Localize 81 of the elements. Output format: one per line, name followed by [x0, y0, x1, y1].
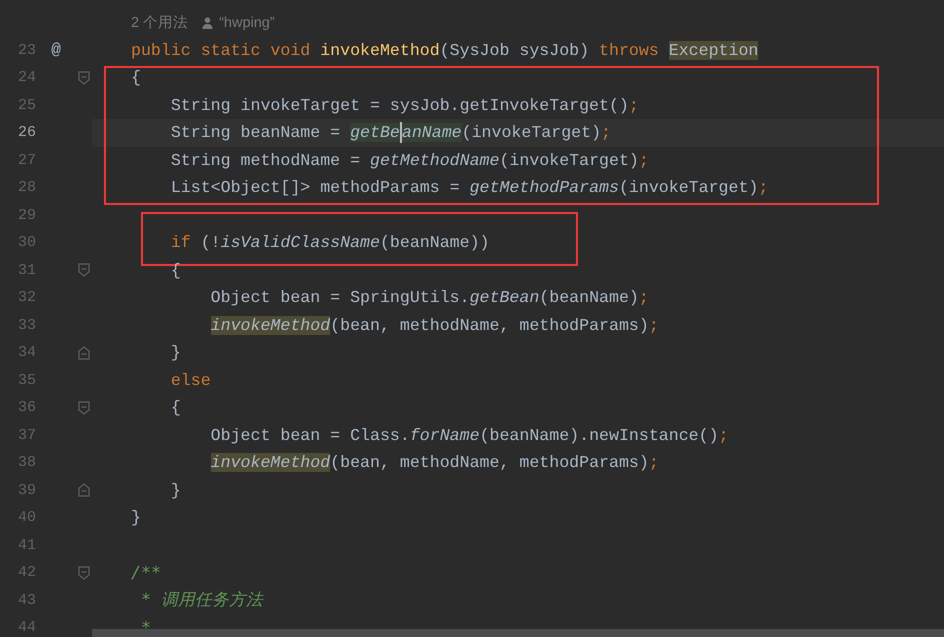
code-token: anName — [402, 123, 462, 142]
line-number: 37 — [16, 426, 36, 444]
line-number: 41 — [16, 536, 36, 554]
code-token: ; — [628, 96, 639, 115]
line-number: 29 — [16, 206, 36, 224]
code-token: (invokeTarget) — [618, 178, 758, 198]
code-token: forName — [410, 426, 480, 445]
code-token: ; — [638, 288, 649, 308]
code-token: invokeMethod — [210, 453, 330, 472]
code-token: getBean — [470, 288, 540, 308]
line-number: 26 — [16, 124, 36, 142]
usages-hint[interactable]: 2 个用法 — [131, 13, 188, 32]
fold-icon[interactable] — [78, 400, 90, 415]
code-token: String invokeTarget = sysJob.getInvokeTarget() — [170, 96, 629, 115]
line-number: 43 — [16, 592, 36, 609]
code-token: (beanName) — [539, 288, 639, 308]
code-token: * 调用任务方法 — [140, 589, 263, 612]
line-number: 34 — [16, 344, 36, 362]
line-number: 23 — [16, 42, 36, 59]
line-number: 27 — [16, 152, 36, 169]
line-number: 44 — [16, 619, 36, 636]
code-token: (invokeTarget) — [499, 150, 639, 170]
code-token: { — [131, 68, 141, 88]
line-number: 24 — [16, 69, 36, 86]
code-token: (bean, methodName, methodParams) — [330, 316, 649, 335]
line-number: 35 — [16, 372, 36, 389]
code-token: getMethodParams — [470, 178, 619, 198]
code-token: invokeMethod — [320, 40, 440, 60]
code-token: (beanName).newInstance() — [480, 426, 719, 445]
line-number: 33 — [16, 316, 36, 334]
line-number: 28 — [16, 179, 36, 196]
code-token: { — [170, 398, 181, 418]
code-token: } — [170, 343, 181, 362]
line-number: 30 — [16, 234, 36, 252]
line-number: 36 — [16, 399, 36, 416]
code-token: } — [131, 508, 141, 528]
code-token: ; — [638, 150, 649, 170]
code-token: (beanName)) — [380, 233, 490, 252]
code-token: (! — [200, 233, 221, 252]
fold-icon[interactable] — [78, 263, 90, 278]
code-token: } — [170, 480, 181, 500]
code-token: ; — [648, 453, 659, 472]
code-token: Object bean = SpringUtils. — [210, 288, 470, 308]
code-token: isValidClassName — [220, 233, 380, 252]
code-token: (bean, methodName, methodParams) — [330, 453, 649, 472]
code-token: (SysJob sysJob) — [440, 40, 590, 60]
code-token: List<Object[]> methodParams = — [170, 178, 461, 198]
code-token: public static void — [131, 40, 310, 60]
code-token: String methodName = — [170, 150, 362, 170]
code-token: invokeMethod — [210, 316, 330, 335]
code-token: getMethodName — [370, 150, 500, 170]
code-token: ; — [648, 316, 659, 335]
fold-icon[interactable] — [78, 566, 90, 580]
code-token: if — [170, 233, 191, 252]
code-token: /** — [131, 563, 161, 582]
line-number: 40 — [16, 509, 36, 526]
code-token: String beanName = — [170, 123, 342, 142]
line-number: 32 — [16, 289, 36, 306]
code-token: { — [170, 260, 181, 280]
line-number: 25 — [16, 96, 36, 114]
author-hint[interactable]: “hwping” — [219, 14, 275, 31]
code-token: ; — [718, 426, 729, 445]
code-token: else — [170, 370, 211, 390]
person-icon — [202, 16, 214, 29]
override-marker[interactable]: @ — [51, 41, 61, 60]
code-token: ; — [601, 123, 612, 142]
line-number: 42 — [16, 564, 36, 582]
code-token: ; — [758, 178, 768, 198]
code-token: getBe — [350, 123, 400, 142]
horizontal-scrollbar[interactable] — [92, 629, 944, 637]
fold-icon[interactable] — [78, 483, 90, 498]
code-token: Exception — [668, 40, 758, 60]
code-token: throws — [599, 40, 659, 60]
code-token: * — [140, 618, 151, 637]
code-token: Object bean = Class. — [210, 426, 410, 445]
fold-icon[interactable] — [78, 346, 90, 360]
code-token: (invokeTarget) — [462, 123, 602, 142]
line-number: 39 — [16, 482, 36, 499]
line-number: 31 — [16, 262, 36, 279]
line-number: 38 — [16, 454, 36, 472]
fold-icon[interactable] — [78, 70, 90, 85]
